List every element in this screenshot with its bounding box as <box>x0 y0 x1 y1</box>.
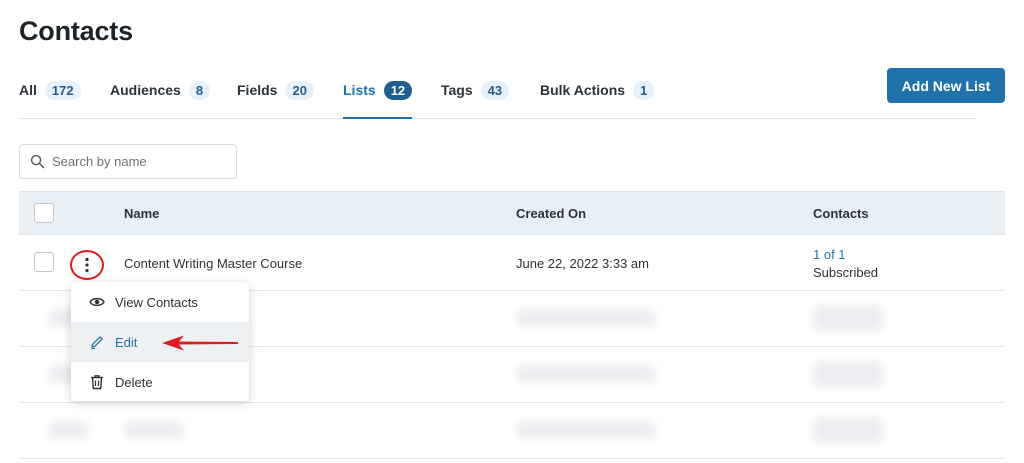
tab-all[interactable]: All 172 <box>19 81 81 119</box>
trash-icon <box>91 375 103 390</box>
annotation-arrow-icon <box>162 335 238 351</box>
tab-audiences[interactable]: Audiences 8 <box>110 81 211 119</box>
more-vertical-icon <box>85 257 89 273</box>
menu-item-view-contacts[interactable]: View Contacts <box>71 282 249 322</box>
blurred-content <box>124 421 184 439</box>
menu-item-label: Delete <box>115 374 153 390</box>
blurred-content <box>516 309 656 327</box>
blurred-content <box>813 361 883 387</box>
tab-label: Audiences <box>110 82 181 98</box>
menu-item-label: View Contacts <box>115 294 198 310</box>
tab-count-badge: 43 <box>480 81 510 100</box>
tab-count-badge: 12 <box>383 81 413 100</box>
column-header-contacts: Contacts <box>813 206 869 221</box>
tab-label: Tags <box>441 82 473 98</box>
menu-item-delete[interactable]: Delete <box>71 362 249 402</box>
tab-count-badge: 20 <box>285 81 314 100</box>
created-on-value: June 22, 2022 3:33 am <box>516 256 649 271</box>
tab-label: Fields <box>237 82 278 98</box>
eye-icon <box>89 297 105 307</box>
search-box <box>19 144 237 179</box>
search-input[interactable] <box>52 154 232 169</box>
select-all-checkbox[interactable] <box>34 203 54 223</box>
pencil-icon <box>91 336 103 350</box>
blurred-content <box>813 305 883 331</box>
table-row <box>19 403 1005 459</box>
contacts-status: Subscribed <box>813 265 879 280</box>
page-title: Contacts <box>19 16 133 46</box>
tab-fields[interactable]: Fields 20 <box>237 81 314 119</box>
row-actions-button[interactable] <box>70 250 104 280</box>
blurred-content <box>49 421 89 439</box>
tab-label: Bulk Actions <box>540 82 626 98</box>
menu-item-label: Edit <box>115 334 138 350</box>
row-checkbox[interactable] <box>34 252 54 272</box>
tab-count-badge: 1 <box>633 81 655 100</box>
tabs-bar: All 172 Audiences 8 Fields 20 Lists 12 T… <box>19 76 977 119</box>
blurred-content <box>516 365 656 383</box>
tab-lists[interactable]: Lists 12 <box>343 81 413 119</box>
list-name[interactable]: Content Writing Master Course <box>124 256 302 271</box>
search-icon <box>30 154 45 169</box>
tab-tags[interactable]: Tags 43 <box>441 81 510 119</box>
blurred-content <box>516 421 656 439</box>
tab-label: Lists <box>343 82 376 98</box>
table-header: Name Created On Contacts <box>19 191 1005 235</box>
contacts-count-link[interactable]: 1 of 1 <box>813 247 846 262</box>
tab-bulk-actions[interactable]: Bulk Actions 1 <box>540 81 655 119</box>
column-header-name: Name <box>124 206 160 221</box>
column-header-created-on: Created On <box>516 206 587 221</box>
add-new-list-button[interactable]: Add New List <box>887 68 1005 103</box>
tab-count-badge: 8 <box>188 81 211 100</box>
tab-label: All <box>19 82 37 98</box>
blurred-content <box>813 417 883 443</box>
tab-count-badge: 172 <box>44 81 81 100</box>
